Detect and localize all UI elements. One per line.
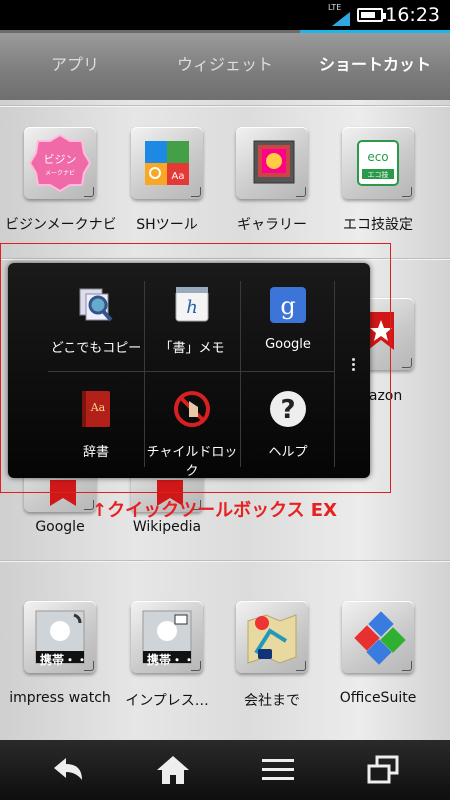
shortcut-officesuite[interactable] (342, 601, 414, 673)
toolbox-item-help[interactable]: ? ヘルプ (240, 389, 336, 460)
toolbox-item-label: Google (265, 337, 311, 352)
contact-badge: 携帯・・ (40, 653, 89, 667)
signal-icon (332, 12, 350, 26)
recent-apps-icon[interactable] (363, 754, 403, 786)
toolbox-item-google[interactable]: g Google (240, 285, 336, 352)
memo-icon: h (175, 287, 209, 322)
toolbox-item-child-lock[interactable]: チャイルドロック (144, 389, 240, 479)
shortcut-impress[interactable]: 携帯・・ (131, 601, 203, 673)
more-options-icon[interactable] (350, 356, 356, 378)
svg-text:g: g (280, 292, 295, 320)
toolbox-item-label: ヘルプ (268, 445, 308, 460)
shortcut-label: エコ技設定 (343, 217, 413, 233)
shortcut-impress-watch[interactable]: 携帯・・ (24, 601, 96, 673)
status-bar: LTE 16:23 (0, 0, 450, 30)
home-icon[interactable] (153, 754, 193, 786)
child-lock-icon (174, 391, 210, 427)
svg-text:?: ? (280, 395, 295, 425)
toolbox-item-label: チャイルドロック (146, 445, 238, 479)
back-icon[interactable] (48, 754, 88, 786)
shortcut-label: インプレス… (125, 693, 209, 709)
shortcut-label: SHツール (136, 217, 198, 233)
tab-apps[interactable]: アプリ (0, 51, 150, 75)
shortcut-label: ビジンメークナビ (5, 217, 115, 233)
shortcut-gallery[interactable] (236, 127, 308, 199)
svg-text:ビジン: ビジン (44, 153, 77, 166)
clock: 16:23 (385, 4, 440, 26)
svg-text:メークナビ: メークナビ (45, 169, 75, 177)
toolbox-item-copy[interactable]: どこでもコピー (48, 285, 144, 356)
shortcut-bijin[interactable]: ビジン メークナビ (24, 127, 96, 199)
quick-toolbox-popup: どこでもコピー h 「書」メモ g Google Aa 辞書 チャイルドロック … (8, 263, 370, 479)
annotation-caption: ↑クイックツールボックス EX (92, 500, 337, 521)
shortcut-label: ギャラリー (237, 217, 307, 233)
shortcut-label: impress watch (9, 690, 111, 706)
shortcut-route[interactable] (236, 601, 308, 673)
svg-text:h: h (186, 297, 198, 318)
toolbox-item-dictionary[interactable]: Aa 辞書 (48, 389, 144, 460)
shortcut-eco[interactable]: eco エコ技 (342, 127, 414, 199)
svg-text:Aa: Aa (90, 401, 106, 414)
toolbox-item-memo[interactable]: h 「書」メモ (144, 285, 240, 356)
battery-icon (357, 8, 386, 22)
dictionary-icon: Aa (82, 391, 110, 427)
toolbox-item-label: どこでもコピー (50, 341, 142, 356)
tab-bar: アプリ ウィジェット ショートカット (0, 30, 450, 100)
shortcut-sh-tool[interactable]: Aa (131, 127, 203, 199)
shortcut-label: 会社まで (244, 693, 300, 709)
navigation-bar (0, 740, 450, 800)
menu-icon[interactable] (258, 754, 298, 786)
google-icon: g (270, 287, 306, 323)
tab-widgets[interactable]: ウィジェット (150, 51, 300, 75)
contact-badge: 携帯・・ (147, 653, 196, 667)
shortcut-label: OfficeSuite (339, 690, 417, 706)
network-type: LTE (328, 3, 342, 12)
toolbox-item-label: 辞書 (82, 445, 109, 460)
help-icon: ? (270, 391, 306, 427)
svg-text:エコ技: エコ技 (368, 170, 389, 179)
copy-search-icon (79, 288, 113, 322)
svg-text:Aa: Aa (172, 171, 185, 182)
toolbox-item-label: 「書」メモ (159, 341, 225, 356)
tab-shortcuts[interactable]: ショートカット (300, 51, 450, 75)
svg-text:eco: eco (367, 150, 388, 164)
